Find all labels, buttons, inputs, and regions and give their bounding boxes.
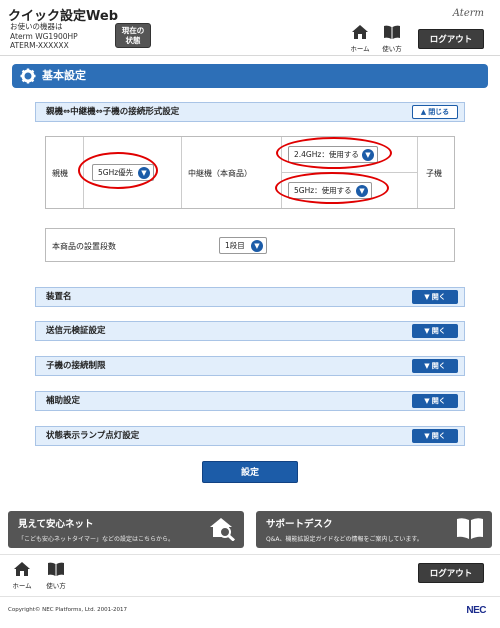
footer-nav: ホーム 使い方 ログアウト [0,556,500,592]
device-label: お使いの機器は [10,22,63,31]
panel-open-button[interactable]: ▼ 開く [412,290,458,304]
panel-status-lamp[interactable]: 状態表示ランプ点灯設定 ▼ 開く [35,426,465,446]
section-title-bar: 基本設定 [12,64,488,88]
stage-label: 本商品の設置段数 [52,242,116,251]
house-search-icon [210,517,236,544]
open-label: 開く [431,432,446,440]
panel-open-button[interactable]: ▼ 開く [412,359,458,373]
open-label: 開く [431,397,446,405]
home-label: ホーム [350,45,370,53]
submit-button[interactable]: 設定 [202,461,298,483]
open-label: 開く [431,362,446,370]
home-icon [14,562,30,576]
card-desc: 「こども安心ネットタイマー」などの設定はこちらから。 [18,536,175,543]
footer-logout-button[interactable]: ログアウト [418,563,484,583]
chevron-down-icon: ▼ [424,327,430,335]
manual-button[interactable]: 使い方 [378,25,406,53]
book-icon [48,562,64,576]
manual-label: 使い方 [46,582,66,590]
connection-panel-header[interactable]: 親機⇔中継機⇔子機の接続形式設定 ▲ 閉じる [35,102,465,122]
chevron-down-icon: ▼ [424,293,430,301]
home-button[interactable]: ホーム [346,25,374,53]
chevron-down-icon: ▼ [251,240,263,252]
copyright: Copyright© NEC Platforms, Ltd. 2001-2017 [8,607,128,613]
highlight-ring-5ghz [275,172,389,204]
current-status-button[interactable]: 現在の 状態 [115,23,151,48]
card-desc: Q&A、機能拡設定ガイドなどの情報をご案内しています。 [266,536,423,543]
highlight-ring-parent [78,152,158,189]
status-button-line2: 状態 [125,36,141,45]
chevron-down-icon: ▼ [424,432,430,440]
book-icon [456,517,484,542]
logout-button[interactable]: ログアウト [418,29,484,49]
header: クイック設定Web お使いの機器は Aterm WG1900HP ATERM-X… [0,0,500,56]
card-title: 見えて安心ネット [18,519,94,530]
highlight-ring-24ghz [276,137,392,169]
copyright-divider [0,596,500,597]
footer-divider [0,554,500,555]
panel-open-button[interactable]: ▼ 開く [412,324,458,338]
chevron-down-icon: ▼ [424,397,430,405]
gear-icon [20,68,36,93]
device-name: ATERM-XXXXXX [10,41,69,50]
panel-open-button[interactable]: ▼ 開く [412,429,458,443]
panel-title: 送信元検証設定 [46,326,106,336]
open-label: 開く [431,293,446,301]
footer-home-button[interactable]: ホーム [8,562,36,590]
connection-panel-title: 親機⇔中継機⇔子機の接続形式設定 [46,107,180,117]
support-desk-card[interactable]: サポートデスク Q&A、機能拡設定ガイドなどの情報をご案内しています。 [256,511,492,548]
connection-panel-close-button[interactable]: ▲ 閉じる [412,105,458,119]
stage-value: 1段目 [225,241,245,250]
chevron-down-icon: ▼ [424,362,430,370]
panel-title: 状態表示ランプ点灯設定 [46,431,140,441]
brand-logo: Aterm [452,8,484,19]
home-icon [352,25,368,39]
repeater-cell: 中継機（本商品） [182,137,282,208]
stage-setting: 本商品の設置段数 1段目 ▼ [45,228,455,262]
open-label: 開く [431,327,446,335]
device-model: Aterm WG1900HP [10,31,78,41]
footer-manual-button[interactable]: 使い方 [42,562,70,590]
panel-open-button[interactable]: ▼ 開く [412,394,458,408]
panel-client-restriction[interactable]: 子機の接続制限 ▼ 開く [35,356,465,376]
panel-auxiliary[interactable]: 補助設定 ▼ 開く [35,391,465,411]
mieru-anshin-card[interactable]: 見えて安心ネット 「こども安心ネットタイマー」などの設定はこちらから。 [8,511,244,548]
nec-logo: NEC [466,605,486,616]
parent-label: 親機 [52,169,68,178]
card-title: サポートデスク [266,519,333,530]
manual-label: 使い方 [382,45,402,53]
panel-title: 子機の接続制限 [46,361,106,371]
status-button-line1: 現在の [121,26,145,35]
panel-title: 補助設定 [46,396,81,406]
panel-title: 装置名 [46,292,72,302]
book-icon [384,25,400,39]
chevron-up-icon: ▲ [420,108,427,116]
section-title: 基本設定 [42,69,86,82]
device-info: お使いの機器は Aterm WG1900HP ATERM-XXXXXX [10,22,78,51]
repeater-label: 中継機（本商品） [188,169,252,178]
panel-device-name[interactable]: 装置名 ▼ 開く [35,287,465,307]
close-label: 閉じる [428,108,450,116]
child-label: 子機 [426,169,442,178]
home-label: ホーム [12,582,32,590]
panel-source-verification[interactable]: 送信元検証設定 ▼ 開く [35,321,465,341]
stage-select[interactable]: 1段目 ▼ [219,237,267,254]
